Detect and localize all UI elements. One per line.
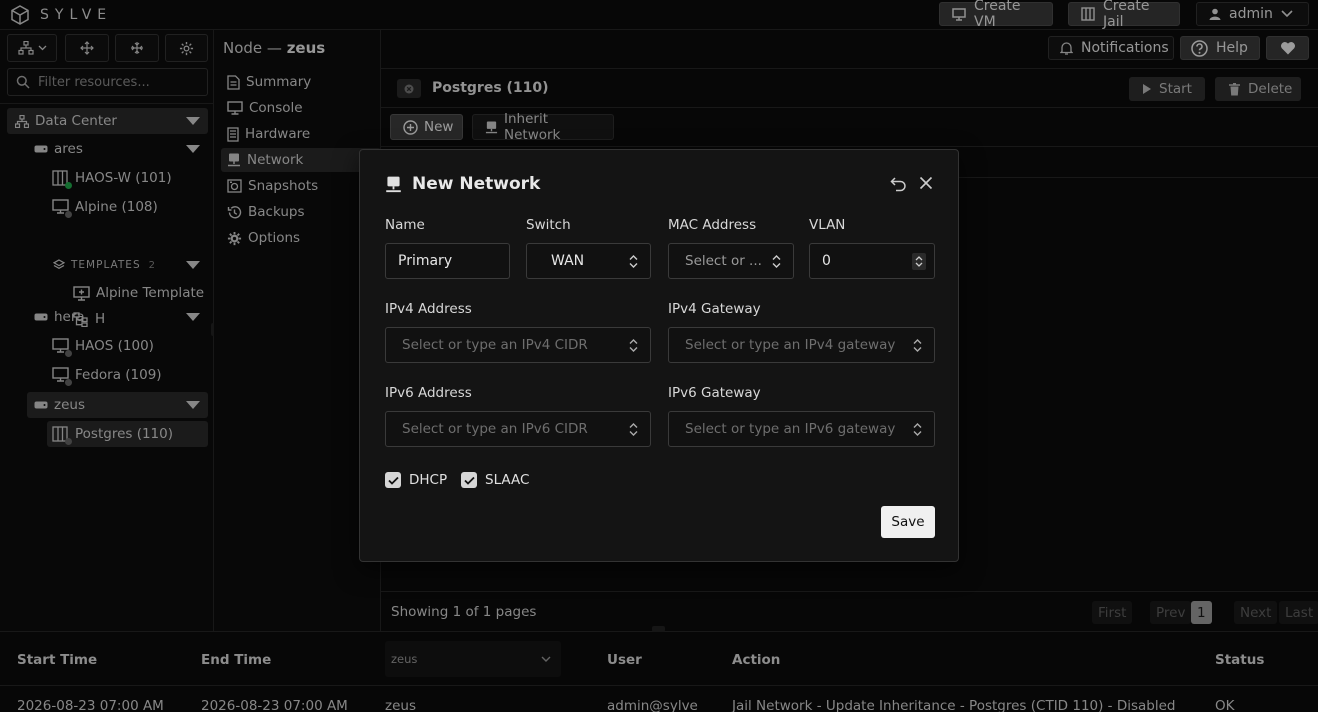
close-icon[interactable] bbox=[919, 176, 933, 192]
reset-icon[interactable] bbox=[890, 176, 907, 192]
checkmark-icon[interactable] bbox=[385, 472, 401, 488]
chevron-up-down-icon bbox=[772, 254, 781, 268]
number-stepper-icon[interactable] bbox=[912, 252, 926, 270]
switch-select[interactable]: WAN bbox=[526, 243, 651, 279]
ipv6-gateway-placeholder: Select or type an IPv6 gateway bbox=[685, 421, 896, 437]
mac-label: MAC Address bbox=[668, 217, 757, 233]
ipv6-gateway-label: IPv6 Gateway bbox=[668, 385, 761, 401]
chevron-up-down-icon bbox=[913, 338, 922, 352]
ipv6-label: IPv6 Address bbox=[385, 385, 472, 401]
slaac-label: SLAAC bbox=[485, 472, 530, 488]
ipv6-select[interactable]: Select or type an IPv6 CIDR bbox=[385, 411, 651, 447]
mac-select[interactable]: Select or ... bbox=[668, 243, 794, 279]
ipv4-placeholder: Select or type an IPv4 CIDR bbox=[402, 337, 588, 353]
name-label: Name bbox=[385, 217, 425, 233]
ipv4-gateway-select[interactable]: Select or type an IPv4 gateway bbox=[668, 327, 935, 363]
vlan-input[interactable]: 0 bbox=[809, 243, 935, 279]
ipv4-gateway-placeholder: Select or type an IPv4 gateway bbox=[685, 337, 896, 353]
name-value: Primary bbox=[398, 253, 453, 269]
save-button[interactable]: Save bbox=[881, 506, 935, 538]
chevron-up-down-icon bbox=[629, 338, 638, 352]
dialog-title-text: New Network bbox=[412, 174, 541, 194]
ipv4-select[interactable]: Select or type an IPv4 CIDR bbox=[385, 327, 651, 363]
chevron-up-down-icon bbox=[913, 422, 922, 436]
vlan-label: VLAN bbox=[809, 217, 846, 233]
switch-value: WAN bbox=[551, 253, 585, 269]
new-network-dialog: New Network Name Primary Switch WAN MAC … bbox=[359, 149, 959, 562]
ipv6-gateway-select[interactable]: Select or type an IPv6 gateway bbox=[668, 411, 935, 447]
dhcp-checkbox[interactable]: DHCP bbox=[385, 472, 447, 488]
switch-label: Switch bbox=[526, 217, 571, 233]
name-input[interactable]: Primary bbox=[385, 243, 510, 279]
slaac-checkbox[interactable]: SLAAC bbox=[461, 472, 529, 488]
checkmark-icon[interactable] bbox=[461, 472, 477, 488]
ipv4-gateway-label: IPv4 Gateway bbox=[668, 301, 761, 317]
save-label: Save bbox=[891, 514, 925, 530]
dhcp-label: DHCP bbox=[409, 472, 448, 488]
dialog-actions bbox=[890, 176, 933, 192]
ipv4-label: IPv4 Address bbox=[385, 301, 472, 317]
chevron-up-down-icon bbox=[629, 422, 638, 436]
ipv6-placeholder: Select or type an IPv6 CIDR bbox=[402, 421, 588, 437]
chevron-up-down-icon bbox=[629, 254, 638, 268]
vlan-value: 0 bbox=[822, 253, 831, 269]
dialog-title: New Network bbox=[385, 174, 540, 194]
mac-placeholder: Select or ... bbox=[685, 253, 762, 269]
network-icon bbox=[385, 176, 402, 193]
